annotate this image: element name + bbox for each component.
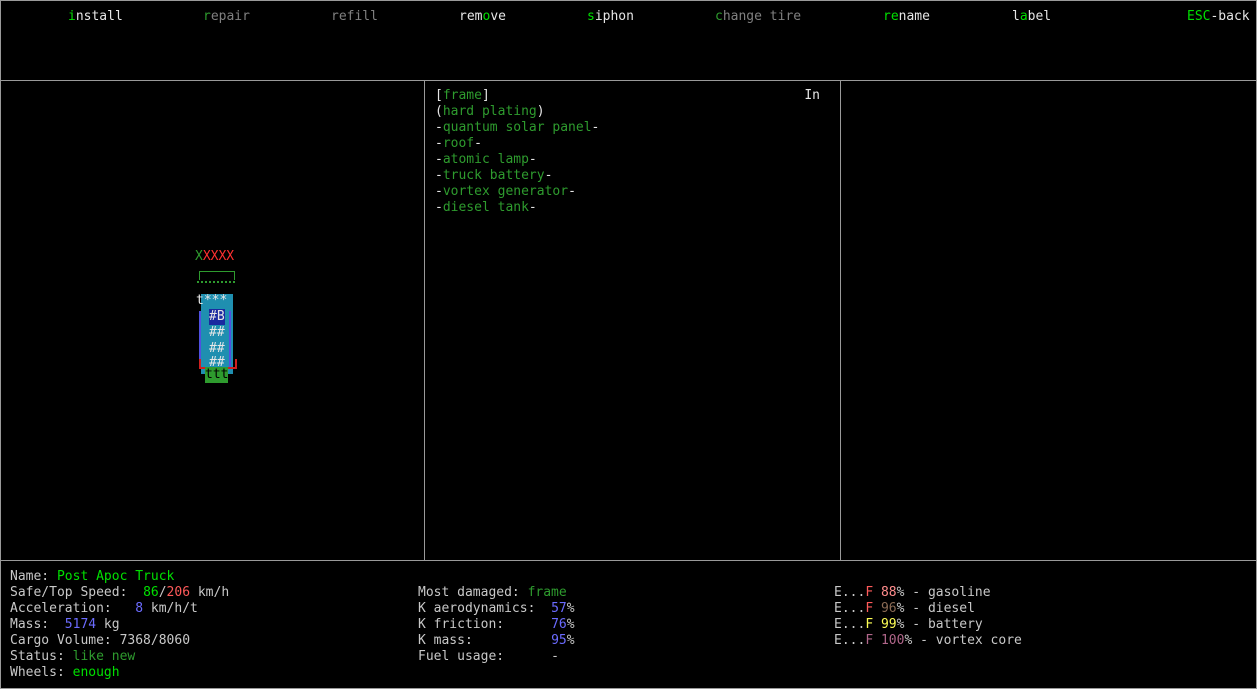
action-menu-bar: install repair refill remove siphon chan…: [0, 0, 1257, 81]
fuel-pct: 88: [880, 585, 897, 600]
part-item[interactable]: -vortex generator-: [435, 184, 599, 200]
status-line: Status: like new: [10, 649, 136, 664]
most-damaged-line: Most damaged: frame: [418, 585, 567, 600]
fuel-gauge-gasoline: E...F 88% - gasoline: [834, 585, 991, 600]
vehicle-info-panel: Name: Post Apoc Truck Safe/Top Speed: 86…: [0, 560, 1257, 689]
vehicle-row-2: #B: [209, 309, 225, 325]
aerodynamics-line: K aerodynamics: 57%: [418, 601, 575, 616]
fuel-usage-line: Fuel usage: -: [418, 649, 559, 664]
part-item[interactable]: -quantum solar panel-: [435, 120, 599, 136]
vehicle-bracket: [199, 271, 235, 280]
vehicle-map-panel: XXXXX t*** #B ## ## ## ttt: [0, 80, 425, 561]
part-item[interactable]: -roof-: [435, 136, 599, 152]
part-item[interactable]: [frame]: [435, 88, 599, 104]
fuel-gauge-vortex-core: E...F 100% - vortex core: [834, 633, 1022, 648]
name-line: Name: Post Apoc Truck: [10, 569, 175, 584]
remove-button[interactable]: remove: [459, 9, 506, 25]
install-button[interactable]: install: [68, 9, 123, 25]
fuel-gauge-diesel: E...F 96% - diesel: [834, 601, 975, 616]
cargo-line: Cargo Volume: 7368/8060: [10, 633, 191, 648]
fuel-pct: 100: [880, 633, 905, 648]
fuel-gauge-battery: E...F 99% - battery: [834, 617, 983, 632]
parts-panel: In [frame] (hard plating) -quantum solar…: [424, 80, 841, 561]
label-button[interactable]: label: [1012, 9, 1051, 25]
vehicle-top-row: XXXXX: [195, 249, 235, 264]
vehicle-ascii-map[interactable]: XXXXX t*** #B ## ## ## ttt: [193, 249, 243, 383]
part-item[interactable]: -truck battery-: [435, 168, 599, 184]
wheels-line: Wheels: enough: [10, 665, 120, 680]
rename-button[interactable]: rename: [883, 9, 930, 25]
part-item[interactable]: (hard plating): [435, 104, 599, 120]
vehicle-dotted-line: [197, 281, 235, 283]
refill-button[interactable]: refill: [331, 9, 378, 25]
parts-list: [frame] (hard plating) -quantum solar pa…: [435, 88, 599, 216]
acceleration-line: Acceleration: 8 km/h/t: [10, 601, 198, 616]
part-item[interactable]: -diesel tank-: [435, 200, 599, 216]
change-tire-button[interactable]: change tire: [715, 9, 801, 25]
repair-button[interactable]: repair: [203, 9, 250, 25]
speed-line: Safe/Top Speed: 86/206 km/h: [10, 585, 230, 600]
vehicle-row-6: ttt: [205, 367, 229, 383]
part-detail-panel: [840, 80, 1257, 561]
mass-line: Mass: 5174 kg: [10, 617, 120, 632]
k-mass-line: K mass: 95%: [418, 633, 575, 648]
vehicle-row-1: t***: [196, 293, 228, 308]
part-item[interactable]: -atomic lamp-: [435, 152, 599, 168]
fuel-pct: 96: [880, 601, 897, 616]
friction-line: K friction: 76%: [418, 617, 575, 632]
vehicle-row-3: ##: [209, 325, 225, 340]
siphon-button[interactable]: siphon: [587, 9, 634, 25]
esc-back-button[interactable]: ESC-back: [1187, 9, 1250, 25]
fuel-pct: 99: [880, 617, 897, 632]
in-label: In: [804, 88, 820, 103]
